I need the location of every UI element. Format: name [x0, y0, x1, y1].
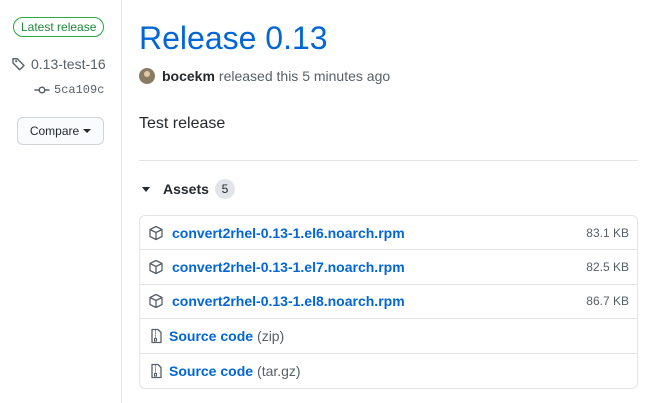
source-code-label: Source code: [169, 327, 254, 344]
asset-size: 86.7 KB: [586, 294, 629, 309]
source-row: Source code (tar.gz): [140, 354, 637, 388]
tag-icon: [12, 58, 25, 71]
commit-sha: 5ca109c: [54, 83, 105, 97]
release-body: Test release: [139, 115, 226, 132]
source-format: (tar.gz): [257, 362, 301, 379]
compare-label: Compare: [29, 124, 80, 138]
source-format: (zip): [257, 327, 285, 344]
git-commit-icon: [34, 86, 50, 94]
assets-count-badge: 5: [214, 179, 235, 199]
asset-row: convert2rhel-0.13-1.el8.noarch.rpm 86.7 …: [140, 285, 637, 320]
asset-download-link[interactable]: convert2rhel-0.13-1.el7.noarch.rpm: [172, 259, 405, 275]
source-row: Source code (zip): [140, 319, 637, 354]
assets-toggle[interactable]: Assets 5: [142, 179, 235, 199]
released-text: released this 5 minutes ago: [218, 68, 391, 84]
asset-download-link[interactable]: convert2rhel-0.13-1.el6.noarch.rpm: [172, 225, 405, 241]
asset-download-link[interactable]: convert2rhel-0.13-1.el8.noarch.rpm: [172, 293, 405, 309]
asset-row: convert2rhel-0.13-1.el6.noarch.rpm 83.1 …: [140, 216, 637, 251]
author-link[interactable]: bocekm: [162, 68, 215, 84]
release-byline: bocekm released this 5 minutes ago: [139, 68, 390, 84]
latest-release-badge: Latest release: [13, 17, 105, 37]
assets-label: Assets: [163, 181, 209, 197]
avatar[interactable]: [139, 68, 155, 84]
divider: [139, 160, 638, 161]
tag-link[interactable]: 0.13-test-16: [11, 56, 106, 72]
triangle-down-icon: [142, 186, 150, 192]
commit-link[interactable]: 5ca109c: [34, 82, 104, 98]
file-zip-icon: [151, 328, 162, 344]
tag-name: 0.13-test-16: [31, 56, 106, 72]
asset-list: convert2rhel-0.13-1.el6.noarch.rpm 83.1 …: [139, 215, 638, 389]
release-title[interactable]: Release 0.13: [139, 18, 328, 58]
compare-button[interactable]: Compare: [17, 117, 104, 145]
source-code-zip-link[interactable]: Source code (zip): [169, 328, 284, 344]
file-zip-icon: [151, 363, 162, 378]
caret-down-icon: [83, 129, 92, 133]
source-code-label: Source code: [169, 362, 254, 379]
package-icon: [149, 225, 163, 240]
package-icon: [149, 294, 163, 309]
asset-size: 83.1 KB: [586, 225, 629, 240]
release-sidebar: Latest release 0.13-test-16 5ca109c Comp…: [0, 0, 122, 403]
asset-row: convert2rhel-0.13-1.el7.noarch.rpm 82.5 …: [140, 250, 637, 285]
source-code-targz-link[interactable]: Source code (tar.gz): [169, 363, 301, 379]
asset-size: 82.5 KB: [586, 260, 629, 275]
package-icon: [149, 259, 163, 275]
